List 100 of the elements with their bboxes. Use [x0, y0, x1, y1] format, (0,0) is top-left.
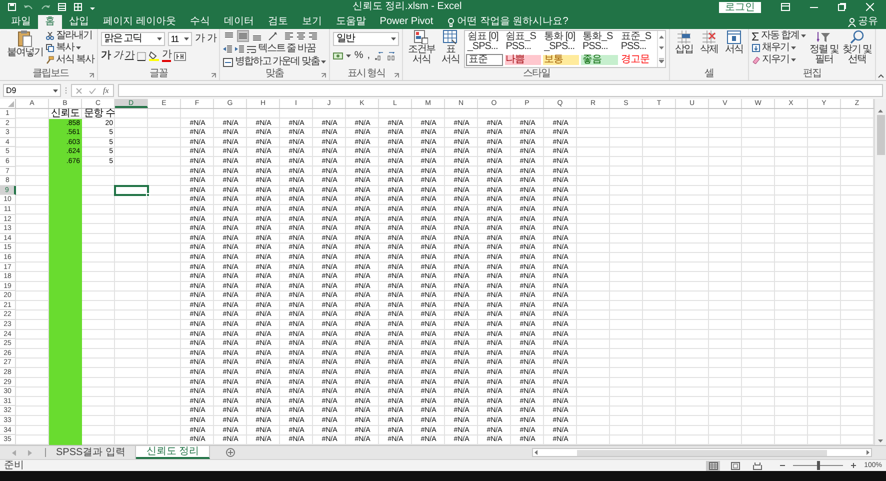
scroll-left-icon[interactable] — [534, 450, 538, 455]
conditional-formatting-button[interactable]: 조건부 서식 — [406, 30, 436, 65]
scroll-right-icon[interactable] — [866, 450, 870, 455]
sheet-tab[interactable]: 신뢰도 정리 — [136, 446, 210, 459]
dialog-launcher-icon[interactable] — [210, 73, 216, 78]
dialog-launcher-icon[interactable] — [88, 73, 94, 78]
insert-cells-button[interactable]: 삽입 — [673, 30, 696, 55]
style-item[interactable]: 표준 — [466, 54, 503, 66]
font-color-button[interactable]: 가 — [162, 50, 171, 62]
percent-button[interactable]: % — [354, 50, 362, 62]
underline-button[interactable]: 가 — [124, 50, 134, 62]
fill-color-icon[interactable] — [148, 51, 159, 61]
clear-button[interactable]: 지우기 — [752, 54, 806, 66]
more-icon[interactable] — [659, 58, 664, 64]
ribbon-tab[interactable]: 도움말 — [328, 15, 373, 29]
collapse-ribbon-icon[interactable] — [878, 74, 884, 78]
ribbon-tab[interactable]: 수식 — [182, 15, 217, 29]
selected-cell[interactable] — [115, 186, 148, 196]
copy-button[interactable]: 복사 — [46, 42, 94, 54]
close-icon[interactable] — [866, 3, 874, 11]
orientation-icon[interactable] — [268, 31, 278, 41]
view-button[interactable] — [750, 460, 764, 470]
number-format-dropdown[interactable]: 일반 — [333, 32, 400, 46]
italic-button[interactable]: 가 — [112, 50, 122, 62]
ribbon-tab[interactable]: 검토 — [260, 15, 295, 29]
format-cells-button[interactable]: 서식 — [723, 30, 746, 55]
paste-button[interactable]: 붙여넣기 — [7, 30, 43, 58]
format-as-table-button[interactable]: 표 서식 — [439, 30, 462, 65]
style-item[interactable]: 통화_SPSS... — [581, 32, 618, 52]
ribbon-tab[interactable]: 페이지 레이아웃 — [96, 15, 183, 29]
increase-indent-icon[interactable] — [234, 44, 245, 54]
scroll-thumb[interactable] — [876, 115, 884, 155]
redo-icon[interactable] — [41, 4, 50, 10]
add-sheet-icon[interactable] — [226, 448, 236, 457]
fill-button[interactable]: 채우기 — [752, 42, 806, 54]
font-size-dropdown[interactable]: 11 — [168, 32, 192, 46]
scroll-down-icon[interactable] — [878, 439, 883, 443]
style-item[interactable]: 나쁨 — [504, 55, 542, 65]
formula-input[interactable] — [118, 84, 883, 97]
ribbon-tab[interactable]: 데이터 — [216, 15, 261, 29]
align-center-icon[interactable] — [296, 31, 306, 41]
sign-in-button[interactable]: 로그인 — [719, 2, 762, 12]
cut-button[interactable]: 잘라내기 — [46, 30, 94, 42]
grid-icon[interactable] — [74, 3, 82, 11]
slider-thumb[interactable] — [816, 461, 820, 470]
ribbon-tab[interactable]: Power Pivot — [372, 15, 440, 29]
delete-cells-button[interactable]: 삭제 — [698, 30, 720, 55]
vertical-scrollbar[interactable] — [874, 99, 886, 445]
ribbon-tab[interactable]: 삽입 — [62, 15, 96, 29]
dialog-launcher-icon[interactable] — [321, 73, 326, 78]
scroll-thumb[interactable] — [577, 450, 827, 456]
bold-button[interactable]: 가 — [100, 50, 110, 62]
wrap-text-button[interactable]: 텍스트 줄 바꿈 — [246, 43, 316, 55]
format-painter-button[interactable]: 서식 복사 — [46, 54, 94, 66]
borders-icon[interactable] — [136, 52, 146, 60]
decrease-indent-icon[interactable] — [222, 44, 233, 54]
style-item[interactable]: 쉼표_SPSS... — [504, 32, 542, 52]
style-item[interactable]: 경고문 — [620, 55, 656, 65]
shrink-font-button[interactable]: 가 — [206, 33, 216, 45]
zoom-out-icon[interactable] — [780, 463, 786, 468]
style-item[interactable]: 보통 — [543, 55, 580, 65]
align-left-icon[interactable] — [284, 31, 294, 41]
dialog-launcher-icon[interactable] — [394, 73, 400, 78]
view-button[interactable] — [706, 460, 720, 470]
style-item[interactable]: 좋음 — [581, 55, 618, 65]
scroll-up-icon[interactable] — [878, 109, 883, 113]
maximize-icon[interactable] — [838, 3, 846, 11]
ribbon-tab[interactable]: 홈 — [38, 15, 62, 29]
ribbon-display-icon[interactable] — [781, 3, 790, 11]
currency-icon[interactable] — [333, 52, 344, 60]
merge-center-button[interactable]: 병합하고 가운데 맞춤 — [222, 56, 326, 68]
font-name-dropdown[interactable]: 맑은 고딕 — [100, 32, 165, 46]
undo-icon[interactable] — [24, 4, 33, 10]
table-icon[interactable] — [58, 3, 66, 11]
style-item[interactable]: 쉼표 [0]_SPS... — [466, 32, 503, 52]
middle-align-button[interactable] — [236, 30, 249, 42]
phonetic-guide-icon[interactable] — [174, 52, 186, 60]
ribbon-tab[interactable]: 보기 — [294, 15, 329, 29]
comma-button[interactable]: , — [365, 50, 372, 62]
increase-decimal-icon[interactable] — [374, 52, 384, 60]
view-button[interactable] — [728, 460, 742, 470]
align-right-icon[interactable] — [308, 31, 318, 41]
find-select-button[interactable]: 찾기 및 선택 — [842, 30, 872, 65]
grow-font-button[interactable]: 가 — [194, 33, 204, 45]
customize-icon[interactable] — [90, 4, 95, 10]
sort-filter-button[interactable]: 정렬 및 필터 — [809, 30, 839, 65]
ribbon-tab[interactable]: 파일 — [4, 15, 38, 29]
horizontal-scrollbar[interactable] — [532, 448, 872, 457]
check-icon[interactable] — [89, 88, 96, 94]
decrease-decimal-icon[interactable] — [387, 52, 398, 60]
name-box[interactable]: D9 — [3, 84, 61, 97]
scroll-down-icon[interactable] — [659, 46, 664, 50]
save-icon[interactable] — [8, 3, 16, 11]
tell-me-field[interactable]: 어떤 작업을 원하시나요? — [448, 15, 590, 29]
autosum-button[interactable]: 자동 합계 — [752, 30, 806, 42]
style-item[interactable]: 표준_SPSS... — [620, 32, 656, 52]
zoom-in-icon[interactable] — [851, 463, 856, 468]
scroll-up-icon[interactable] — [659, 34, 664, 39]
share-button[interactable]: 공유 — [848, 15, 878, 29]
style-item[interactable]: 통화 [0]_SPS... — [543, 32, 580, 52]
